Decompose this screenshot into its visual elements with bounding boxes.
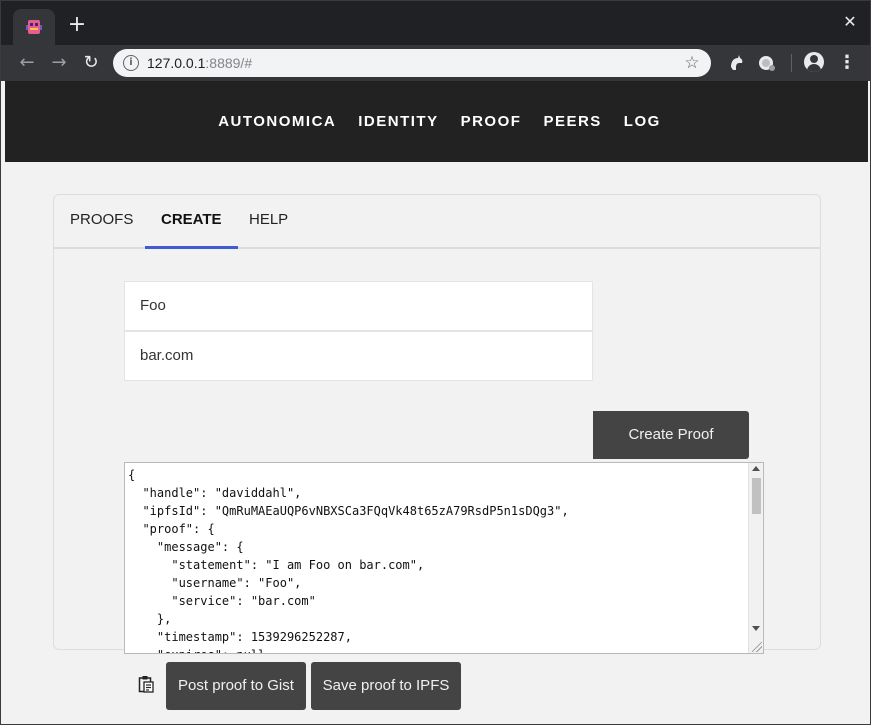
username-input[interactable]: Foo: [124, 281, 593, 331]
clipboard-icon[interactable]: [138, 675, 154, 693]
window-close-button[interactable]: ✕: [840, 12, 860, 32]
url-text[interactable]: 127.0.0.1:8889/#: [147, 55, 252, 71]
tab-strip: + ✕: [1, 1, 870, 45]
tab-create[interactable]: CREATE: [145, 195, 238, 249]
forward-arrow-icon[interactable]: →: [47, 51, 71, 75]
url-host: 127.0.0.1: [147, 55, 206, 71]
reload-icon[interactable]: ↻: [79, 51, 103, 75]
proof-json-textarea[interactable]: { "handle": "daviddahl", "ipfsId": "QmRu…: [124, 462, 764, 654]
extension-icon[interactable]: [756, 52, 778, 74]
bookmark-star-icon[interactable]: ☆: [681, 52, 703, 74]
create-proof-button[interactable]: Create Proof: [593, 411, 749, 459]
back-arrow-icon[interactable]: ←: [15, 51, 39, 75]
proof-json-text: { "handle": "daviddahl", "ipfsId": "QmRu…: [128, 468, 569, 653]
save-proof-ipfs-button[interactable]: Save proof to IPFS: [311, 662, 461, 710]
scroll-down-icon[interactable]: [752, 626, 760, 631]
browser-toolbar: ← → ↻ i 127.0.0.1:8889/# ☆ ⋮: [1, 45, 870, 81]
app-favicon-icon: [26, 20, 42, 34]
scroll-up-icon[interactable]: [752, 466, 760, 471]
toolbar-separator: [791, 54, 792, 72]
site-info-icon[interactable]: i: [123, 55, 139, 71]
nav-autonomica[interactable]: AUTONOMICA: [218, 112, 336, 132]
proof-tabs: PROOFS CREATE HELP: [54, 195, 820, 249]
address-bar[interactable]: i 127.0.0.1:8889/# ☆: [113, 49, 711, 77]
profile-icon[interactable]: [804, 52, 824, 72]
url-path: :8889/#: [205, 55, 253, 71]
nav-log[interactable]: LOG: [624, 112, 661, 132]
post-proof-gist-button[interactable]: Post proof to Gist: [166, 662, 306, 710]
site-nav: AUTONOMICA IDENTITY PROOF PEERS LOG: [5, 112, 868, 132]
proof-card: PROOFS CREATE HELP Foo bar.com Create Pr…: [53, 194, 821, 710]
menu-icon[interactable]: ⋮: [837, 51, 857, 75]
site-header: AUTONOMICA IDENTITY PROOF PEERS LOG: [5, 81, 868, 162]
page-content: AUTONOMICA IDENTITY PROOF PEERS LOG PROO…: [5, 81, 868, 722]
tab-help[interactable]: HELP: [233, 195, 304, 249]
nav-proof[interactable]: PROOF: [461, 112, 522, 132]
browser-window: + ✕ ← → ↻ i 127.0.0.1:8889/# ☆ ⋮ AUTONOM…: [0, 0, 871, 725]
tab-proofs[interactable]: PROOFS: [54, 195, 149, 249]
new-tab-button[interactable]: +: [65, 13, 89, 37]
nav-identity[interactable]: IDENTITY: [358, 112, 438, 132]
service-input[interactable]: bar.com: [124, 331, 593, 381]
browser-tab[interactable]: [13, 9, 55, 45]
resize-handle-icon[interactable]: [752, 642, 762, 652]
textarea-scrollbar[interactable]: [748, 463, 763, 653]
nav-peers[interactable]: PEERS: [543, 112, 601, 132]
extension-icon[interactable]: [725, 52, 747, 74]
scrollbar-thumb[interactable]: [752, 478, 761, 514]
